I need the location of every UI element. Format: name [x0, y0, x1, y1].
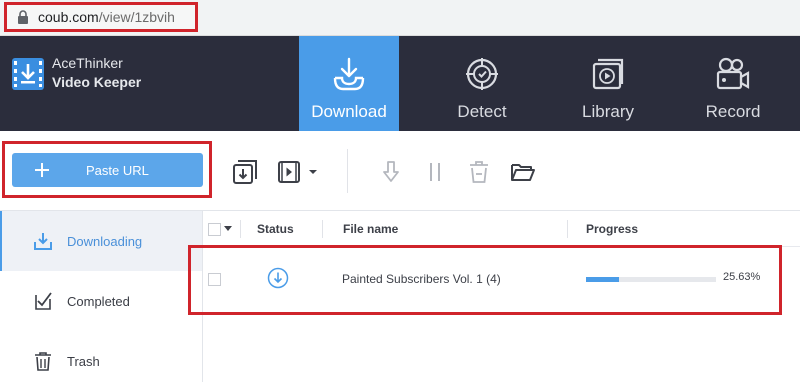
column-divider [240, 220, 241, 238]
tab-detect[interactable]: Detect [432, 36, 532, 131]
column-header-progress[interactable]: Progress [586, 222, 638, 236]
pause-icon[interactable] [422, 159, 448, 185]
url-host: coub.com [38, 9, 99, 25]
tab-detect-label: Detect [457, 102, 507, 121]
app-header: AceThinker Video Keeper Download Detect [0, 36, 800, 131]
progress-bar [586, 277, 716, 282]
video-options-icon[interactable] [277, 159, 321, 185]
paste-url-label: Paste URL [86, 162, 149, 178]
open-folder-icon[interactable] [510, 159, 536, 185]
trash-icon [35, 352, 51, 371]
table-row[interactable]: Painted Subscribers Vol. 1 (4) 25.63% [203, 251, 800, 308]
select-all-checkbox[interactable] [208, 223, 221, 236]
delete-icon[interactable] [466, 159, 492, 185]
check-doc-icon [35, 292, 52, 310]
file-name-cell: Painted Subscribers Vol. 1 (4) [342, 272, 501, 286]
logo-icon [12, 58, 44, 90]
tab-download-label: Download [311, 102, 387, 121]
toolbar: Paste URL [0, 131, 800, 211]
sidebar-item-label: Trash [67, 353, 100, 369]
column-header-file-name[interactable]: File name [343, 222, 398, 236]
app-name-line1: AceThinker [52, 55, 123, 71]
camera-icon [716, 57, 750, 90]
sidebar: Downloading Completed Trash [0, 211, 203, 382]
tab-record[interactable]: Record [683, 36, 783, 131]
progress-percent: 25.63% [723, 271, 761, 283]
download-icon [34, 233, 52, 250]
tab-library-label: Library [582, 102, 634, 121]
plus-icon [35, 163, 49, 177]
column-header-status[interactable]: Status [257, 222, 294, 236]
app-name-line2: Video Keeper [52, 74, 142, 90]
sidebar-item-label: Completed [67, 293, 130, 309]
resume-icon[interactable] [378, 159, 404, 185]
chevron-down-icon[interactable] [224, 226, 232, 232]
sidebar-item-trash[interactable]: Trash [0, 331, 202, 382]
tab-library[interactable]: Library [558, 36, 658, 131]
paste-url-button[interactable]: Paste URL [12, 153, 203, 187]
download-table-header: Status File name Progress [203, 211, 800, 247]
app-logo: AceThinker Video Keeper [12, 54, 141, 92]
tab-download[interactable]: Download [299, 36, 399, 131]
downloading-status-icon [267, 267, 289, 289]
column-divider [322, 220, 323, 238]
app-window: coub.com/view/1zbvih AceThinker Video Ke… [0, 0, 800, 382]
row-checkbox[interactable] [208, 273, 221, 286]
url-path: /view/1zbvih [98, 9, 175, 25]
download-batch-icon[interactable] [232, 159, 258, 185]
lock-icon [18, 10, 28, 24]
sidebar-item-label: Downloading [67, 233, 143, 249]
toolbar-divider [347, 149, 348, 193]
sidebar-item-downloading[interactable]: Downloading [0, 211, 202, 271]
target-icon [466, 58, 498, 90]
browser-address-bar: coub.com/view/1zbvih [0, 0, 800, 36]
column-divider [567, 220, 568, 238]
url-field[interactable]: coub.com/view/1zbvih [4, 2, 198, 32]
progress-bar-fill [586, 277, 620, 282]
download-tray-icon [333, 57, 365, 91]
tab-record-label: Record [705, 102, 761, 121]
video-library-icon [592, 58, 624, 90]
sidebar-item-completed[interactable]: Completed [0, 271, 202, 331]
